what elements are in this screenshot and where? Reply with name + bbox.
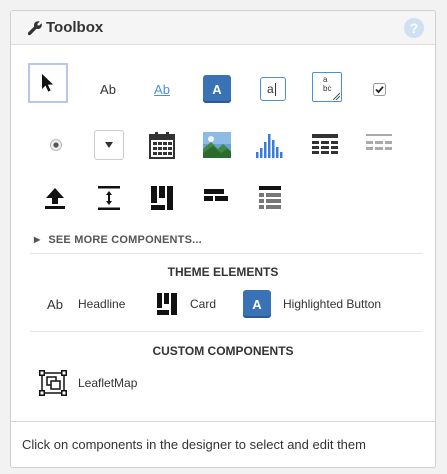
file-loader-component[interactable]: [35, 178, 75, 218]
textarea-icon: a bc: [312, 72, 342, 102]
see-more-label: SEE MORE COMPONENTS...: [48, 234, 202, 246]
theme-elements-title: THEME ELEMENTS: [167, 265, 279, 279]
radio-button-component[interactable]: [36, 125, 76, 165]
button-a-label: A: [212, 81, 222, 97]
dropdown-component[interactable]: [89, 125, 129, 165]
text-input-component[interactable]: a: [253, 69, 293, 109]
linear-panel-component[interactable]: [250, 178, 290, 218]
highlighted-button-box: A: [243, 290, 271, 318]
headline-icon-text: Ab: [47, 296, 63, 312]
upload-icon: [45, 187, 65, 209]
bar-chart-icon: [255, 132, 285, 158]
data-grid-component[interactable]: [305, 125, 345, 165]
theme-item-highlighted-button[interactable]: A Highlighted Button: [243, 290, 403, 318]
theme-item-card[interactable]: Card: [153, 290, 233, 318]
spacer-icon: [98, 186, 120, 210]
caret-right-icon: ▶: [34, 235, 41, 244]
custom-item-label: LeafletMap: [78, 376, 138, 390]
spacer-component[interactable]: [89, 178, 129, 218]
card-icon: [153, 290, 181, 318]
toolbox-title: Toolbox: [46, 19, 104, 36]
theme-item-label: Highlighted Button: [283, 297, 382, 311]
text-input-sample: a: [267, 82, 274, 96]
headline-icon: Ab: [41, 290, 69, 318]
text-ab-icon: Ab: [100, 81, 116, 97]
wrench-icon: [27, 20, 43, 36]
text-area-component[interactable]: a bc: [307, 67, 347, 107]
link-component[interactable]: Ab: [142, 69, 182, 109]
toolbox-header: Toolbox ?: [11, 11, 435, 45]
custom-item-leafletmap[interactable]: LeafletMap: [39, 369, 149, 397]
textarea-line-1: a: [323, 75, 328, 84]
flow-panel-icon: [204, 189, 228, 207]
plot-component[interactable]: [250, 125, 290, 165]
theme-item-headline[interactable]: Ab Headline: [41, 290, 141, 318]
highlighted-button-icon-text: A: [252, 296, 262, 312]
checkbox-icon: [372, 82, 386, 96]
help-icon[interactable]: ?: [404, 18, 424, 38]
text-cursor: [274, 82, 276, 96]
toolbox-footer: Click on components in the designer to s…: [11, 421, 435, 467]
pointer-tool[interactable]: [28, 63, 68, 103]
dropdown-icon: [94, 130, 124, 160]
button-component[interactable]: A: [197, 69, 237, 109]
linear-panel-icon: [259, 186, 281, 210]
divider: [30, 253, 422, 254]
text-input-icon: a: [260, 77, 286, 101]
toolbox-panel: Toolbox ? Ab Ab A a a bc ▶ SEE MORE COMP…: [10, 10, 436, 468]
image-component[interactable]: [197, 125, 237, 165]
repeating-panel-component[interactable]: [359, 125, 399, 165]
data-grid-icon: [312, 134, 338, 156]
theme-item-label: Card: [190, 297, 217, 311]
image-icon: [203, 132, 231, 158]
cursor-arrow-icon: [41, 73, 55, 93]
repeating-panel-icon: [366, 134, 392, 156]
text-label-component[interactable]: Ab: [88, 69, 128, 109]
textarea-line-2: bc: [323, 84, 332, 93]
button-a-icon: A: [203, 75, 231, 103]
custom-component-icon: [39, 369, 67, 397]
date-picker-component[interactable]: [142, 125, 182, 165]
footer-message: Click on components in the designer to s…: [22, 437, 366, 452]
calendar-icon: [149, 131, 175, 159]
highlighted-button-icon: A: [243, 290, 271, 318]
column-panel-component[interactable]: [142, 178, 182, 218]
checkbox-component[interactable]: [359, 69, 399, 109]
divider: [30, 331, 422, 332]
custom-components-title: CUSTOM COMPONENTS: [152, 344, 294, 358]
column-panel-icon: [151, 186, 173, 210]
link-ab-icon: Ab: [154, 81, 170, 97]
flow-panel-component[interactable]: [196, 178, 236, 218]
theme-item-label: Headline: [78, 297, 126, 311]
see-more-components-toggle[interactable]: ▶ SEE MORE COMPONENTS...: [34, 234, 202, 250]
radio-button-icon: [50, 139, 62, 151]
